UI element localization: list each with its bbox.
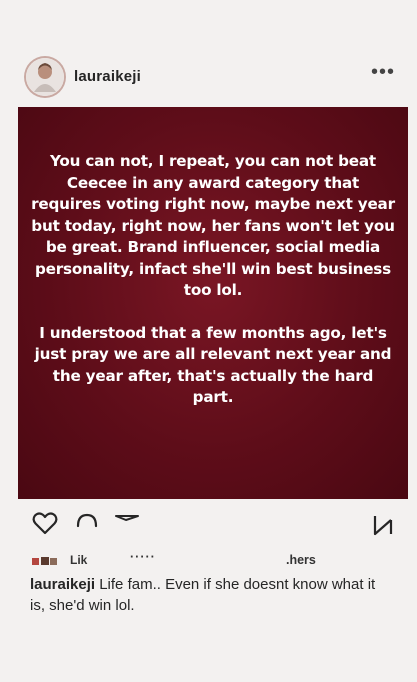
post-header: lauraikeji ••• [0, 52, 417, 106]
post-image: You can not, I repeat, you can not beat … [18, 107, 408, 499]
liked-by-name[interactable]: ····· [130, 550, 156, 564]
post-paragraph-1: You can not, I repeat, you can not beat … [31, 152, 395, 299]
post-actions [0, 508, 417, 542]
liked-by-prefix: Lik [70, 553, 88, 567]
heart-icon[interactable] [30, 508, 60, 538]
liker-avatars-icon [32, 557, 57, 565]
likes-row: Lik ····· .hers [0, 550, 417, 572]
instagram-post: lauraikeji ••• You can not, I repeat, yo… [0, 0, 417, 682]
post-text: You can not, I repeat, you can not beat … [30, 151, 396, 409]
more-horizontal-icon[interactable]: ••• [371, 62, 395, 82]
bookmark-icon[interactable] [368, 508, 398, 538]
post-caption: lauraikeji Life fam.. Even if she doesnt… [30, 574, 390, 616]
caption-username[interactable]: lauraikeji [30, 576, 95, 593]
avatar[interactable] [26, 58, 64, 96]
share-icon[interactable] [112, 508, 142, 538]
liked-by-others[interactable]: .hers [286, 553, 316, 567]
profile-photo-icon [26, 58, 64, 96]
post-paragraph-2: I understood that a few months ago, let'… [34, 323, 392, 407]
post-username[interactable]: lauraikeji [74, 68, 141, 85]
comment-icon[interactable] [72, 508, 102, 538]
